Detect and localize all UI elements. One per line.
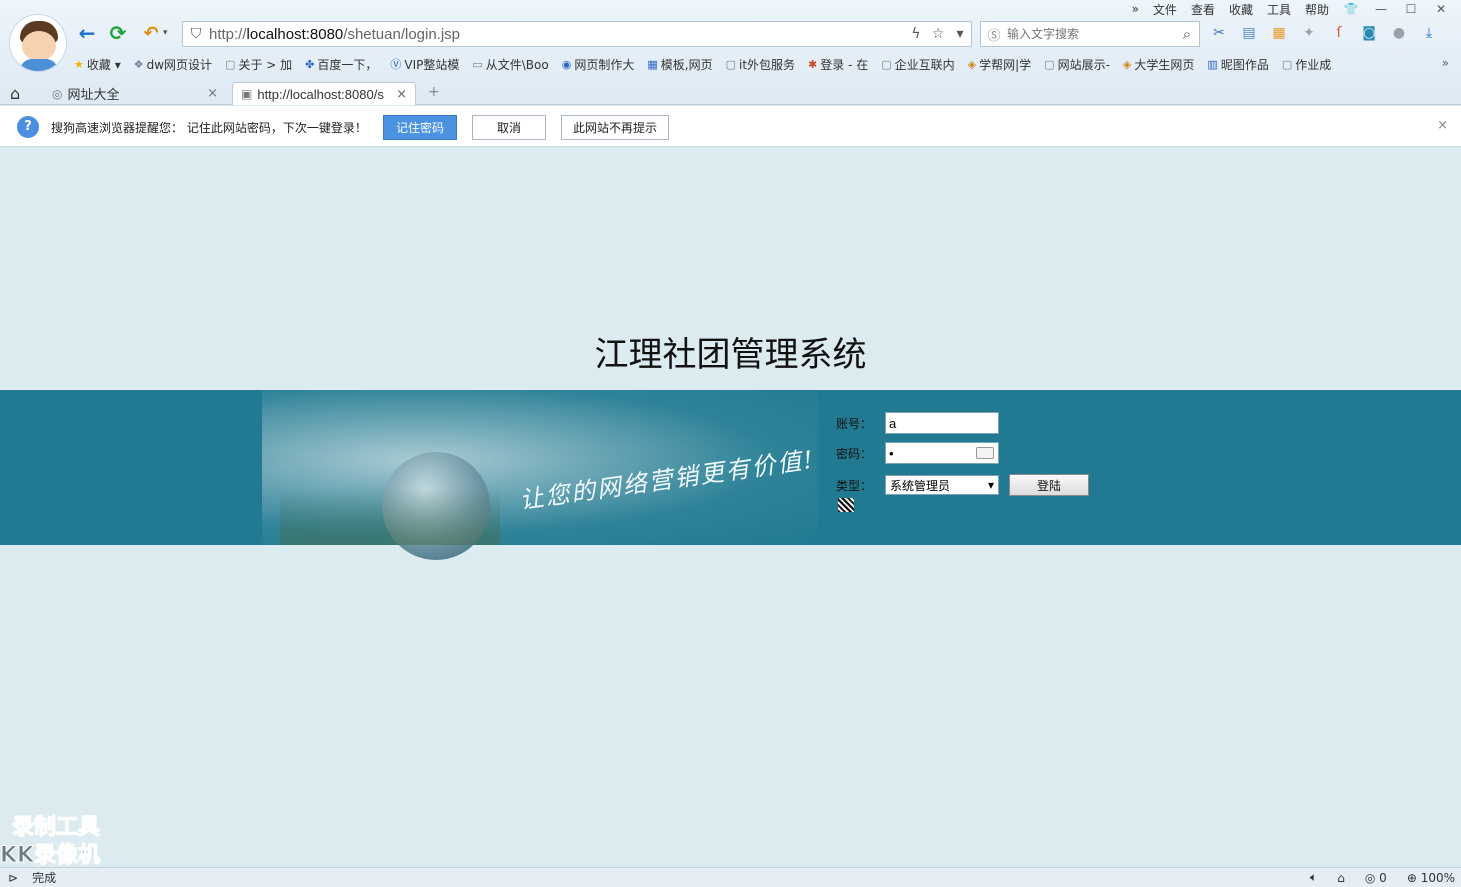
briefcase-icon[interactable]: ⌂ (1337, 871, 1345, 885)
cancel-button[interactable]: 取消 (472, 115, 546, 140)
fav-item[interactable]: ✱ 登录 - 在 (808, 56, 868, 73)
globe-icon: ◎ (52, 86, 63, 101)
fav-item[interactable]: ◈ 学帮网|学 (968, 56, 1032, 73)
page-title: 江理社团管理系统 (594, 335, 867, 375)
search-box[interactable]: Ⓢ ⌕ (980, 21, 1200, 47)
close-icon[interactable]: × (1437, 118, 1448, 133)
fav-item[interactable]: ★ 收藏 ▾ (74, 56, 121, 73)
never-prompt-button[interactable]: 此网站不再提示 (561, 115, 669, 140)
recorder-watermark: 录制工具 KK录像机 (0, 815, 101, 869)
counter-icon[interactable]: ◎ 0 (1365, 871, 1387, 885)
puzzle-icon[interactable]: ✦ (1298, 22, 1320, 44)
password-input[interactable]: • (885, 442, 999, 464)
download-icon[interactable]: ⤓ (1418, 22, 1440, 44)
fav-item[interactable]: ▦ 模板,网页 (647, 56, 712, 73)
login-button[interactable]: 登陆 (1009, 474, 1089, 496)
speaker-icon[interactable]: 🔈︎ (1310, 870, 1317, 885)
minimize-button[interactable]: — (1373, 2, 1389, 16)
favorites-bar: ★ 收藏 ▾ ❖ dw网页设计 ▢ 关于 > 加 ✤ 百度一下， Ⓥ VIP整站模 ▭ 从文… (74, 53, 1459, 75)
fav-item[interactable]: ✤ 百度一下， (305, 56, 377, 73)
tab-login-page[interactable]: ▣ http://localhost:8080/s × (232, 82, 416, 105)
keyboard-icon[interactable] (976, 447, 994, 459)
remember-password-button[interactable]: 记住密码 (383, 115, 457, 140)
info-icon: ? (17, 116, 39, 138)
url-text[interactable]: http://localhost:8080/shetuan/login.jsp (209, 26, 905, 43)
back-arrow-icon[interactable]: ← (74, 20, 100, 46)
menu-help[interactable]: 帮助 (1305, 1, 1329, 18)
banner-image: 让您的网络营销更有价值! (262, 390, 818, 560)
account-input[interactable]: a (885, 412, 999, 434)
fav-item[interactable]: ▢ 企业互联内 (881, 56, 954, 73)
chevron-down-icon: ▾ (987, 478, 994, 492)
fav-item[interactable]: ▥ 昵图作品 (1207, 56, 1268, 73)
close-window-button[interactable]: ✕ (1433, 2, 1449, 16)
fav-item[interactable]: ❖ dw网页设计 (134, 56, 212, 73)
favorites-more-icon[interactable]: » (1442, 56, 1449, 70)
sogou-logo-icon: Ⓢ (987, 28, 1001, 44)
star-icon[interactable]: ☆ (927, 26, 949, 42)
fav-item[interactable]: ◉ 网页制作大 (562, 56, 635, 73)
page-icon: ▣ (241, 87, 253, 101)
chat-icon[interactable]: ● (1388, 22, 1410, 44)
zoom-control[interactable]: ⊕ 100% (1407, 871, 1455, 885)
undo-icon[interactable]: ↶ (138, 20, 164, 46)
type-label: 类型： (836, 478, 873, 493)
password-prompt-message: 搜狗高速浏览器提醒您： 记住此网站密码，下次一键登录！ (51, 121, 367, 135)
banner-slogan: 让您的网络营销更有价值! (517, 445, 817, 515)
password-prompt-bar: ? 搜狗高速浏览器提醒您： 记住此网站密码，下次一键登录！ 记住密码 取消 此网… (0, 106, 1461, 147)
scissors-icon[interactable]: ✂ (1208, 22, 1230, 44)
top-menu: » 文件 查看 收藏 工具 帮助 👕 — ☐ ✕ (1132, 1, 1449, 17)
login-band: 让您的网络营销更有价值! (0, 390, 1461, 560)
tab-url-directory[interactable]: ◎ 网址大全 × (44, 82, 226, 105)
account-label: 账号： (836, 416, 873, 431)
page-content: 江理社团管理系统 让您的网络营销更有价值! 账号： a 密码： • 类型： 系统… (0, 147, 1461, 867)
security-shield-icon: ⛉ (190, 26, 202, 42)
skin-icon[interactable]: 👕 (1343, 2, 1359, 16)
toolbar-icons: ✂ ▤ ▦ ✦ ſ ◙ ● ⤓ (1208, 22, 1440, 44)
address-bar[interactable]: ⛉ http://localhost:8080/shetuan/login.js… (182, 21, 972, 47)
fav-item[interactable]: ▢ 网站展示- (1044, 56, 1110, 73)
refresh-icon[interactable]: ⟳ (105, 20, 131, 46)
play-icon[interactable]: ⊳ (8, 871, 18, 885)
user-type-select[interactable]: 系统管理员 ▾ (885, 475, 999, 495)
tab-strip: ⌂ ◎ 网址大全 × ▣ http://localhost:8080/s × + (0, 80, 1461, 105)
close-tab-icon[interactable]: × (207, 86, 218, 101)
status-text: 完成 (32, 871, 57, 885)
fav-item[interactable]: ▭ 从文件\Boo (472, 56, 548, 73)
menu-more[interactable]: » (1132, 2, 1139, 16)
lightning-icon[interactable]: ϟ (905, 26, 927, 42)
menu-tools[interactable]: 工具 (1267, 1, 1291, 18)
translate-icon[interactable]: ſ (1328, 22, 1350, 44)
undo-dropdown-icon[interactable]: ▾ (163, 28, 168, 38)
browser-toolbar: » 文件 查看 收藏 工具 帮助 👕 — ☐ ✕ ← ⟳ ↶ ▾ ⛉ http:… (0, 0, 1461, 105)
password-label: 密码： (836, 446, 873, 461)
login-form: 账号： a 密码： • 类型： 系统管理员 ▾ 登陆 (836, 412, 1136, 532)
camera-icon[interactable]: ◙ (1358, 22, 1380, 44)
menu-favorites[interactable]: 收藏 (1229, 1, 1253, 18)
chevron-down-icon[interactable]: ▾ (949, 26, 971, 42)
search-input[interactable] (1007, 27, 1175, 41)
status-bar: ⊳ 完成 🔈︎ ⌂ ◎ 0 ⊕ 100% (0, 867, 1461, 887)
menu-view[interactable]: 查看 (1191, 1, 1215, 18)
fav-item[interactable]: ▢ 作业成 (1282, 56, 1331, 73)
search-icon[interactable]: ⌕ (1175, 25, 1199, 43)
maximize-button[interactable]: ☐ (1403, 2, 1419, 16)
fav-item[interactable]: Ⓥ VIP整站模 (390, 56, 459, 73)
home-icon[interactable]: ⌂ (10, 84, 20, 103)
fav-item[interactable]: ◈ 大学生网页 (1123, 56, 1194, 73)
user-avatar[interactable] (9, 14, 67, 72)
bookmark-icon[interactable]: ▦ (1268, 22, 1290, 44)
fav-item[interactable]: ▢ it外包服务 (726, 56, 795, 73)
close-tab-icon[interactable]: × (396, 87, 407, 102)
window-icon[interactable]: ▤ (1238, 22, 1260, 44)
fav-item[interactable]: ▢ 关于 > 加 (225, 56, 292, 73)
captcha-image (838, 498, 854, 512)
menu-file[interactable]: 文件 (1153, 1, 1177, 18)
new-tab-button[interactable]: + (428, 84, 440, 100)
grass-image (280, 488, 500, 545)
